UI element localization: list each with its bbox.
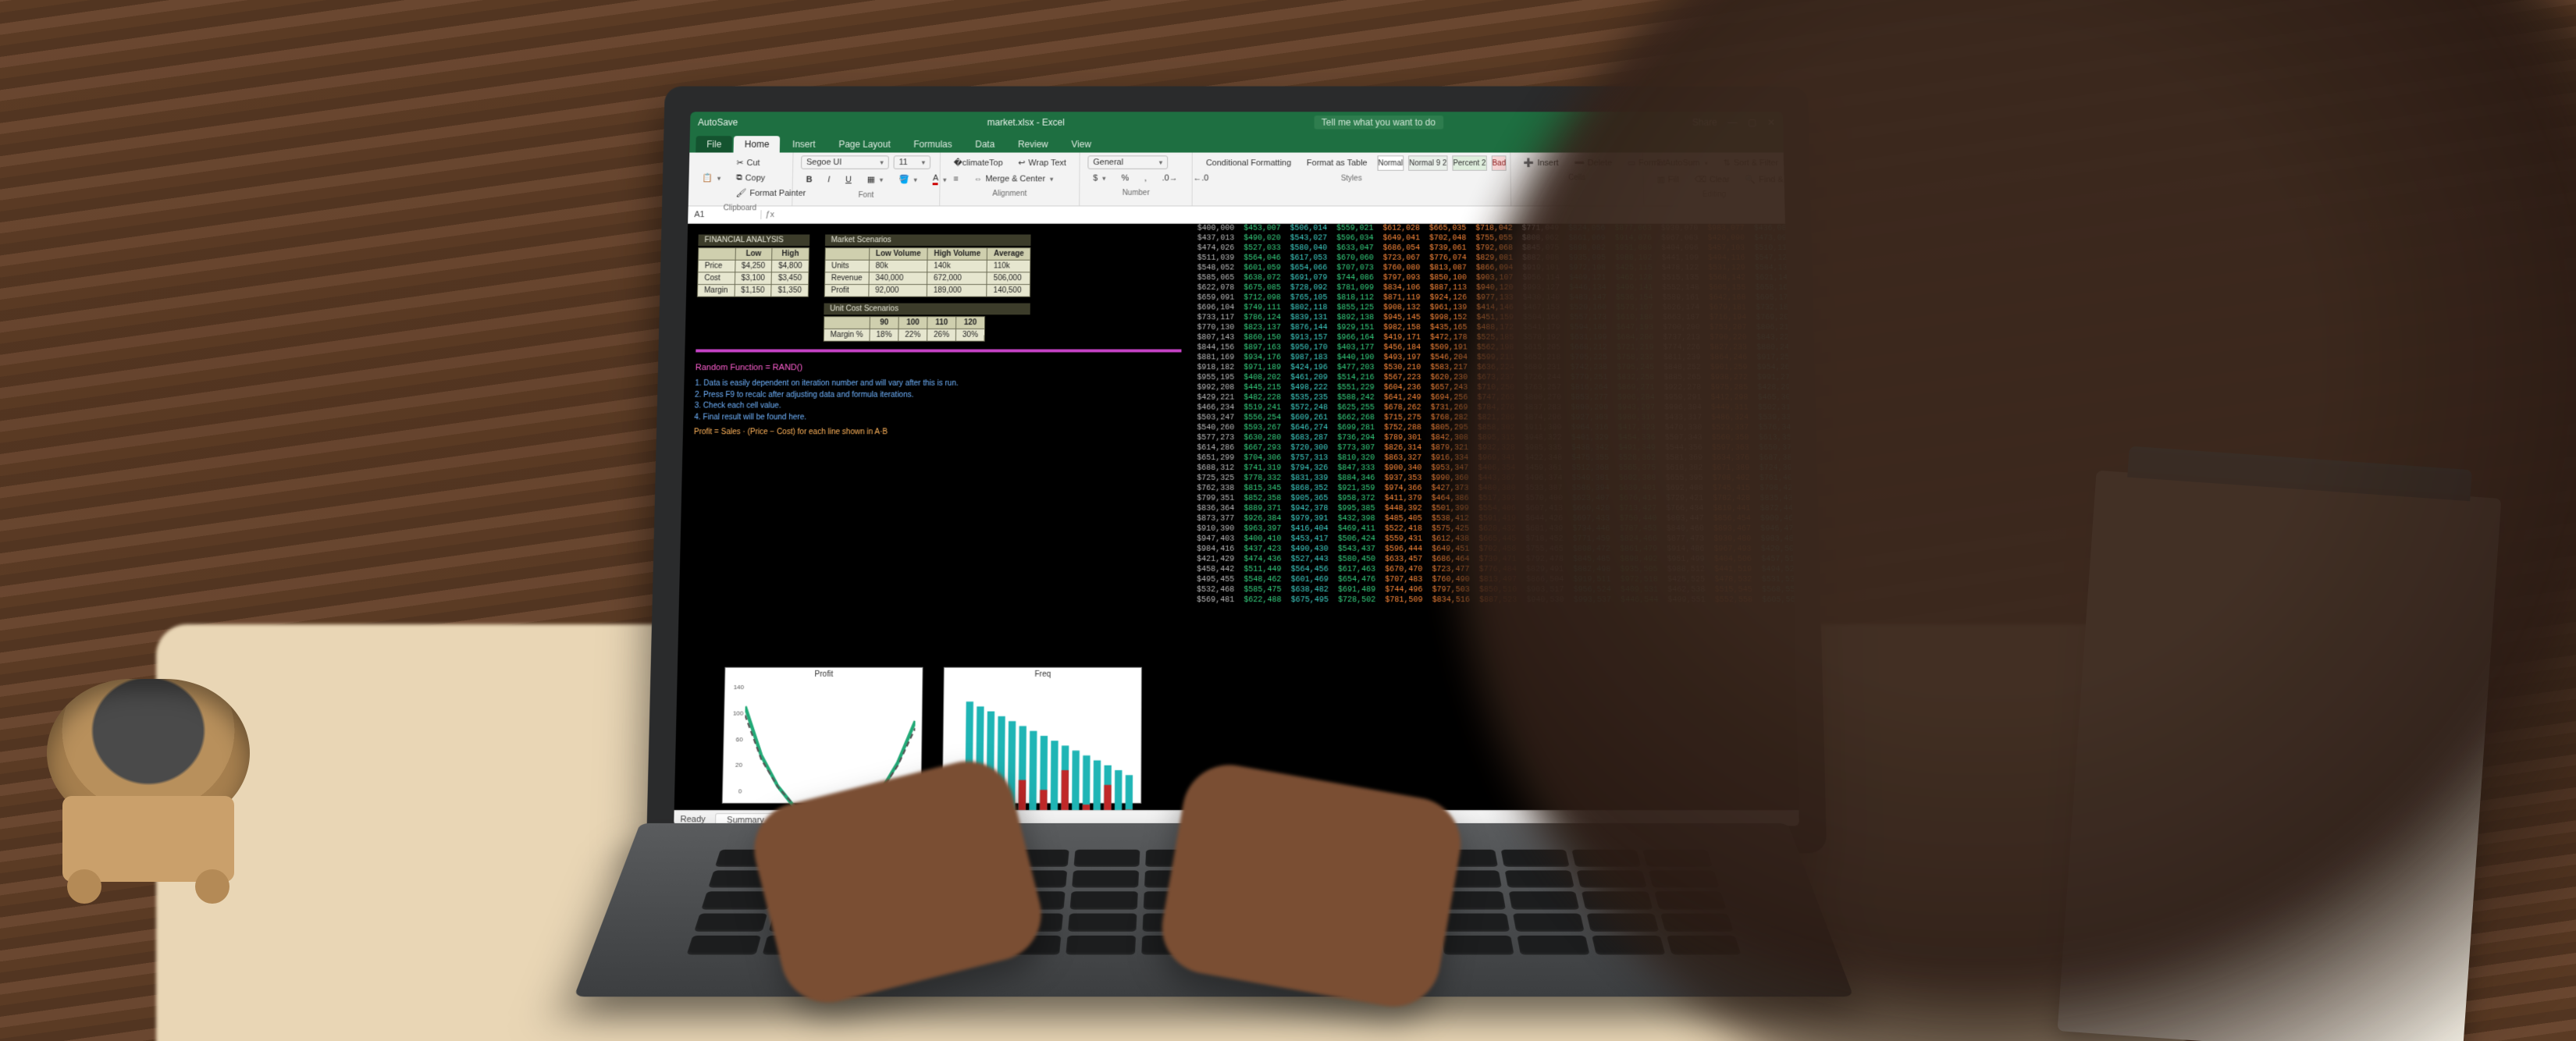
group-clipboard: 📋 ✂ Cut ⧉ Copy 🖌 Format Painter Clipboar… <box>688 153 794 206</box>
tab-formulas[interactable]: Formulas <box>902 136 962 152</box>
blue-notes: 1. Data is easily dependent on iteration… <box>694 378 1181 423</box>
conditional-formatting-button[interactable]: Conditional Formatting <box>1201 156 1297 169</box>
merge-center-button[interactable]: ⇔ Merge & Center <box>968 172 1059 186</box>
font-family-select[interactable]: Segoe UI <box>801 155 889 169</box>
tab-page-layout[interactable]: Page Layout <box>827 136 901 152</box>
fx-icon[interactable]: ƒx <box>761 210 778 219</box>
group-styles: Conditional Formatting Format as Table N… <box>1193 153 1511 206</box>
chart-title: Profit <box>725 670 922 679</box>
bold-button[interactable]: B <box>801 172 818 186</box>
analysis-table-1: LowHighPrice$4,250$4,800Cost$3,100$3,450… <box>697 247 809 297</box>
cell-style-normal[interactable]: Normal <box>1377 155 1404 170</box>
italic-button[interactable]: I <box>822 172 835 186</box>
magenta-divider <box>696 350 1181 353</box>
cell-style-bad[interactable]: Bad <box>1491 155 1507 170</box>
currency-button[interactable]: $ <box>1087 172 1111 185</box>
group-alignment: �climateTop ↩ Wrap Text ≡ ⇔ Merge & Cent… <box>940 153 1080 206</box>
person-foreground <box>1452 0 2576 1041</box>
chart-title: Freq <box>945 670 1141 679</box>
tab-insert[interactable]: Insert <box>781 136 827 152</box>
percent-button[interactable]: % <box>1115 172 1134 185</box>
number-format-select[interactable]: General <box>1087 155 1168 169</box>
underline-button[interactable]: U <box>840 172 857 186</box>
photo-scene: AutoSave market.xlsx - Excel Tell me wha… <box>0 0 2576 1041</box>
analysis-table-2: Low VolumeHigh VolumeAverageUnits80k140k… <box>824 247 1030 297</box>
group-font: Segoe UI 11 B I U ▦ 🪣 A Font <box>792 153 941 206</box>
autosave-toggle[interactable]: AutoSave <box>698 117 738 128</box>
cell-style-percent2[interactable]: Percent 2 <box>1452 155 1486 170</box>
analysis-table-3: 90100110120Margin %18%22%26%30% <box>823 316 985 341</box>
paperclip-cup <box>47 679 250 882</box>
fill-color-button[interactable]: 🪣 <box>893 172 923 187</box>
tab-home[interactable]: Home <box>734 136 781 152</box>
paste-button[interactable]: 📋 <box>696 171 726 185</box>
border-button[interactable]: ▦ <box>862 172 889 187</box>
tab-review[interactable]: Review <box>1007 136 1059 152</box>
align-top-icon[interactable]: �climateTop <box>948 155 1009 169</box>
group-label: Font <box>800 191 931 200</box>
search-box[interactable]: Tell me what you want to do <box>1314 115 1443 129</box>
align-left-icon[interactable]: ≡ <box>948 172 963 186</box>
inc-decimal-button[interactable]: .0→ <box>1157 172 1183 185</box>
font-size-select[interactable]: 11 <box>893 155 930 169</box>
analysis-panel: FINANCIAL ANALYSIS LowHighPrice$4,250$4,… <box>674 224 1193 810</box>
file-tab[interactable]: File <box>696 136 732 152</box>
tab-view[interactable]: View <box>1060 136 1101 152</box>
analysis-title-2: Market Scenarios <box>825 234 1031 246</box>
analysis-title-1: FINANCIAL ANALYSIS <box>698 234 809 246</box>
group-label: Styles <box>1201 175 1503 183</box>
analysis-title-3: Unit Cost Scenarios <box>824 304 1030 315</box>
group-number: General $ % , .0→ ←.0 Number <box>1080 153 1193 206</box>
format-as-table-button[interactable]: Format as Table <box>1301 156 1373 169</box>
cell-style-normal92[interactable]: Normal 9 2 <box>1408 155 1447 170</box>
window-title: market.xlsx - Excel <box>987 117 1065 128</box>
name-box[interactable]: A1 <box>688 210 761 219</box>
tab-data[interactable]: Data <box>964 136 1005 152</box>
orange-note: Profit = Sales · (Price − Cost) for each… <box>694 428 1181 436</box>
group-label: Alignment <box>948 190 1071 198</box>
comma-button[interactable]: , <box>1139 172 1152 185</box>
group-label: Number <box>1087 189 1184 197</box>
random-fn-note: Random Function = RAND() <box>696 363 1182 372</box>
wrap-text-button[interactable]: ↩ Wrap Text <box>1012 155 1072 169</box>
